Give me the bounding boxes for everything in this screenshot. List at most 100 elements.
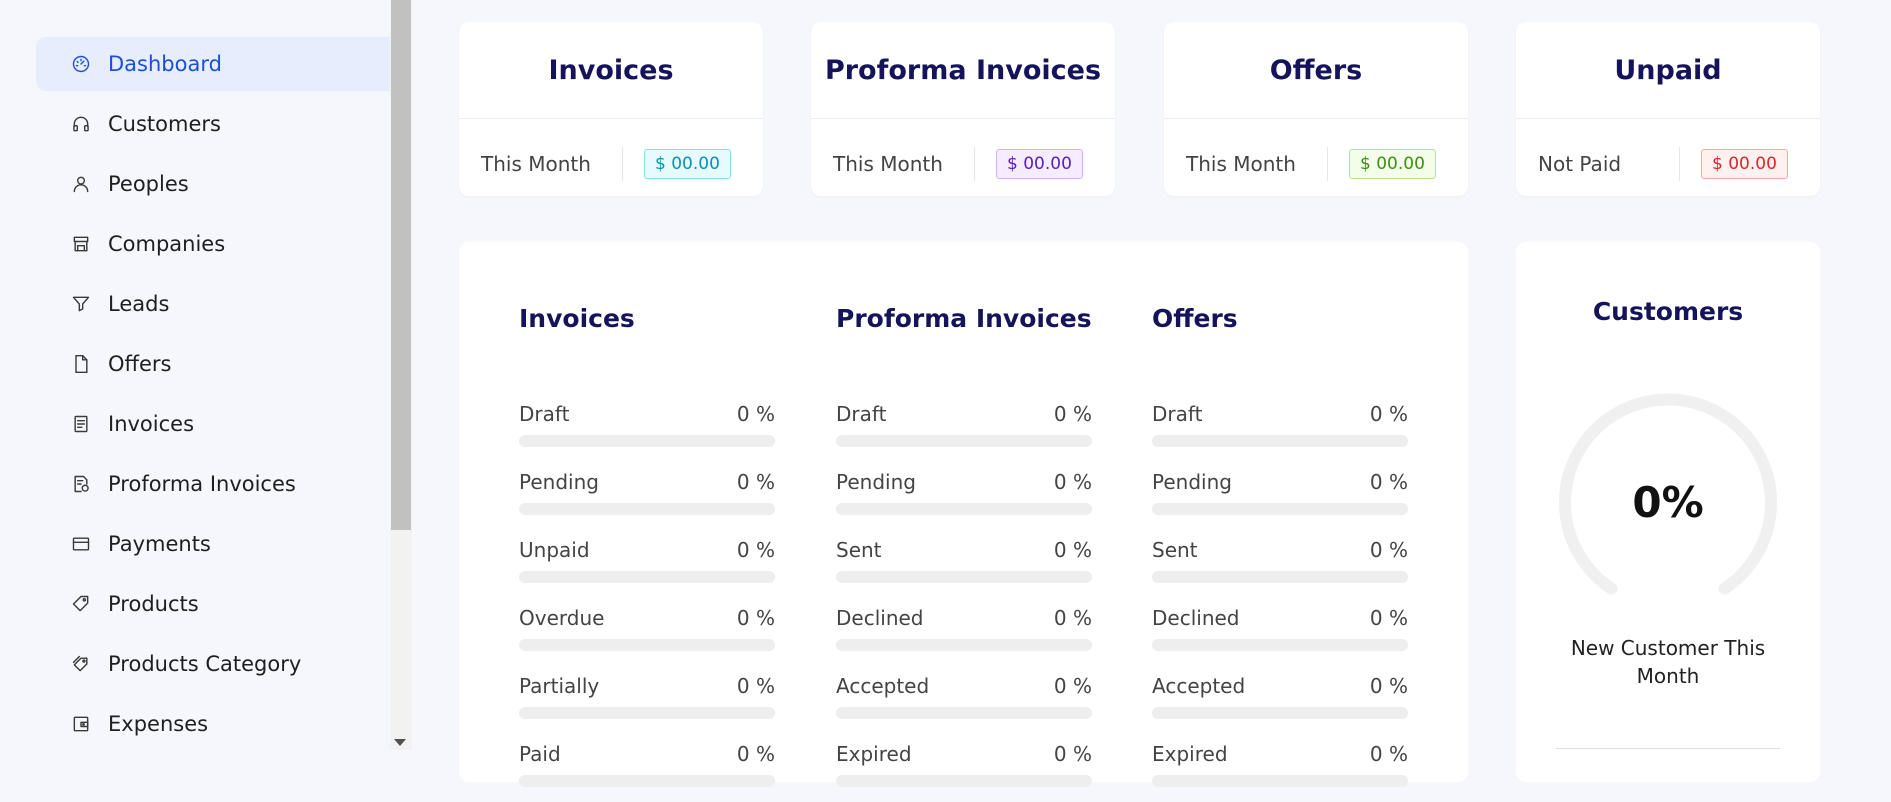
status-percent: 0 % xyxy=(736,742,775,766)
amount-badge: $ 00.00 xyxy=(996,149,1083,179)
status-label: Draft xyxy=(1152,402,1203,426)
customers-caption: New Customer This Month xyxy=(1570,636,1766,688)
sidebar: Dashboard Customers Peoples Companies Le… xyxy=(0,0,390,750)
status-percent: 0 % xyxy=(1369,470,1408,494)
sidebar-item-dashboard[interactable]: Dashboard xyxy=(36,37,390,91)
sidebar-item-label: Companies xyxy=(108,232,226,256)
status-row: Unpaid 0 % xyxy=(519,538,775,598)
sidebar-item-label: Products Category xyxy=(108,652,302,676)
status-percent: 0 % xyxy=(1369,742,1408,766)
stat-card-title: Unpaid xyxy=(1516,22,1820,119)
status-percent: 0 % xyxy=(1053,402,1092,426)
container-icon xyxy=(70,413,92,435)
column-title: Offers xyxy=(1152,304,1238,333)
tags-icon xyxy=(70,653,92,675)
status-percent: 0 % xyxy=(736,674,775,698)
credit-card-icon xyxy=(70,533,92,555)
progress-bar xyxy=(836,775,1092,787)
progress-bar xyxy=(836,435,1092,447)
divider xyxy=(1679,147,1680,181)
user-icon xyxy=(70,173,92,195)
status-row: Partially 0 % xyxy=(519,674,775,734)
status-percent: 0 % xyxy=(736,470,775,494)
status-row: Accepted 0 % xyxy=(836,674,1092,734)
customers-percent: 0% xyxy=(1632,478,1704,527)
sidebar-item-label: Customers xyxy=(108,112,221,136)
sidebar-item-label: Invoices xyxy=(108,412,195,436)
status-label: Declined xyxy=(1152,606,1240,630)
status-row: Draft 0 % xyxy=(519,402,775,462)
status-percent: 0 % xyxy=(1053,674,1092,698)
status-label: Paid xyxy=(519,742,561,766)
sidebar-item-leads[interactable]: Leads xyxy=(36,277,390,331)
sidebar-item-label: Dashboard xyxy=(108,52,222,76)
sidebar-item-companies[interactable]: Companies xyxy=(36,217,390,271)
sidebar-item-payments[interactable]: Payments xyxy=(36,517,390,571)
status-label: Draft xyxy=(836,402,887,426)
sidebar-item-proforma-invoices[interactable]: Proforma Invoices xyxy=(36,457,390,511)
stat-card-title: Offers xyxy=(1164,22,1468,119)
status-label: Declined xyxy=(836,606,924,630)
sidebar-item-products-category[interactable]: Products Category xyxy=(36,637,390,691)
status-percent: 0 % xyxy=(1369,402,1408,426)
sidebar-item-label: Leads xyxy=(108,292,170,316)
customers-title: Customers xyxy=(1592,297,1744,326)
headset-icon xyxy=(70,113,92,135)
status-percent: 0 % xyxy=(736,538,775,562)
status-label: Pending xyxy=(836,470,916,494)
progress-bar xyxy=(519,707,775,719)
divider xyxy=(974,147,975,181)
dashboard-icon xyxy=(70,53,92,75)
status-label: Overdue xyxy=(519,606,605,630)
progress-bar xyxy=(1152,435,1408,447)
progress-bar xyxy=(519,571,775,583)
progress-bar xyxy=(519,435,775,447)
sidebar-item-invoices[interactable]: Invoices xyxy=(36,397,390,451)
status-label: Draft xyxy=(519,402,570,426)
status-row: Paid 0 % xyxy=(519,742,775,802)
customers-card: Customers 0% New Customer This Month xyxy=(1516,242,1820,782)
sidebar-item-label: Proforma Invoices xyxy=(108,472,296,496)
progress-bar xyxy=(519,775,775,787)
stat-card-title: Proforma Invoices xyxy=(811,22,1115,119)
status-percent: 0 % xyxy=(1053,606,1092,630)
sidebar-item-products[interactable]: Products xyxy=(36,577,390,631)
scroll-down-arrow-icon[interactable] xyxy=(394,739,406,746)
status-row: Draft 0 % xyxy=(1152,402,1408,462)
sidebar-item-offers[interactable]: Offers xyxy=(36,337,390,391)
status-row: Expired 0 % xyxy=(1152,742,1408,802)
status-percent: 0 % xyxy=(1053,470,1092,494)
progress-bar xyxy=(1152,571,1408,583)
status-label: Accepted xyxy=(1152,674,1246,698)
sidebar-item-label: Payments xyxy=(108,532,211,556)
status-row: Declined 0 % xyxy=(836,606,1092,666)
status-label: Sent xyxy=(836,538,882,562)
status-row: Declined 0 % xyxy=(1152,606,1408,666)
stat-card-title: Invoices xyxy=(459,22,763,119)
divider xyxy=(1327,147,1328,181)
progress-bar xyxy=(1152,707,1408,719)
stat-card-unpaid: Unpaid Not Paid $ 00.00 xyxy=(1516,22,1820,196)
progress-bar xyxy=(1152,639,1408,651)
stat-card-period: This Month xyxy=(481,152,591,176)
stat-card-offers: Offers This Month $ 00.00 xyxy=(1164,22,1468,196)
status-row: Draft 0 % xyxy=(836,402,1092,462)
status-percent: 0 % xyxy=(736,402,775,426)
sidebar-item-expenses[interactable]: Expenses xyxy=(36,697,390,750)
amount-badge: $ 00.00 xyxy=(1349,149,1436,179)
sidebar-item-peoples[interactable]: Peoples xyxy=(36,157,390,211)
sidebar-item-label: Peoples xyxy=(108,172,189,196)
filter-icon xyxy=(70,293,92,315)
sidebar-item-customers[interactable]: Customers xyxy=(36,97,390,151)
progress-bar xyxy=(836,639,1092,651)
progress-bar xyxy=(519,639,775,651)
status-label: Accepted xyxy=(836,674,930,698)
stat-card-period: Not Paid xyxy=(1538,152,1622,176)
progress-bar xyxy=(836,503,1092,515)
status-summary-panel: Invoices Draft 0 % Pending 0 % Unpaid 0 % Over… xyxy=(459,242,1468,787)
sidebar-scrollbar-thumb[interactable] xyxy=(391,0,411,530)
divider xyxy=(622,147,623,181)
amount-badge: $ 00.00 xyxy=(644,149,731,179)
status-label: Pending xyxy=(1152,470,1232,494)
status-row: Accepted 0 % xyxy=(1152,674,1408,734)
